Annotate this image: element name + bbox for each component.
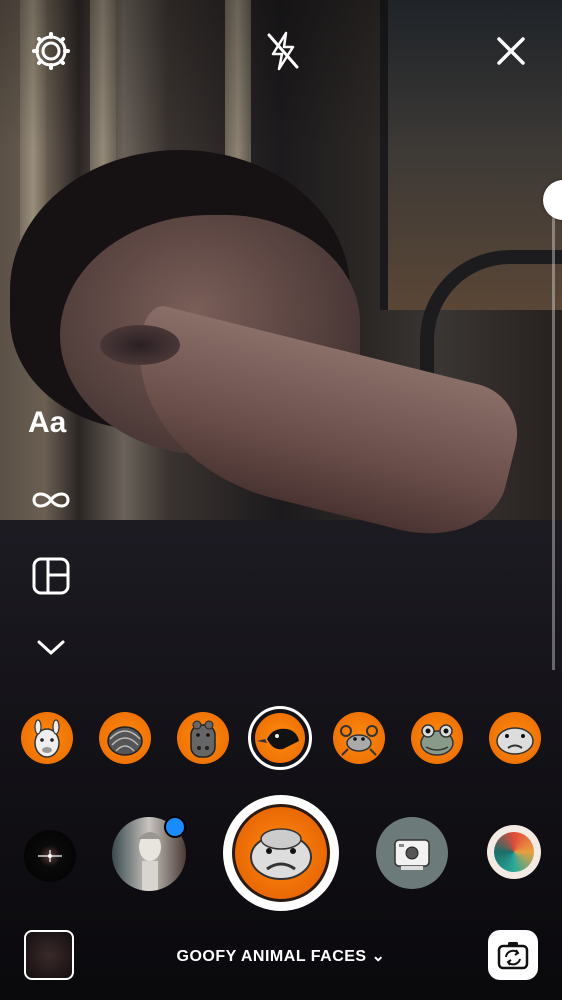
flash-off-icon[interactable] — [262, 30, 304, 72]
color-orb-icon — [494, 832, 534, 872]
sparkle-effect-button[interactable] — [24, 830, 76, 882]
hippo-face-filter[interactable] — [177, 712, 229, 764]
crow-face-filter-thumb — [255, 713, 305, 763]
polaroid-camera-icon — [394, 839, 430, 870]
infinity-icon[interactable] — [28, 480, 74, 520]
llama-icon — [34, 719, 60, 758]
frog-face-filter[interactable] — [411, 712, 463, 764]
flip-camera-button[interactable] — [488, 930, 538, 980]
effect-name-button[interactable]: GOOFY ANIMAL FACES ⌄ — [0, 946, 562, 966]
slider-track — [552, 210, 555, 670]
pangolin-icon — [107, 726, 143, 756]
sparkle-icon — [38, 850, 62, 862]
crow-icon — [257, 728, 299, 750]
layout-grid-icon[interactable] — [28, 553, 74, 599]
blobfish-icon — [496, 727, 534, 755]
flip-camera-icon — [497, 942, 529, 970]
text-tool-button[interactable]: Aa — [28, 406, 66, 440]
frog-icon — [420, 724, 454, 756]
crab-icon — [340, 725, 378, 756]
crab-face-filter[interactable] — [333, 712, 385, 764]
crow-face-filter[interactable] — [248, 706, 312, 770]
chevron-down-icon: ⌄ — [371, 948, 386, 965]
blobfish-face-filter[interactable] — [489, 712, 541, 764]
shutter-button[interactable] — [223, 795, 339, 911]
hippo-icon — [190, 720, 216, 758]
blobfish-shutter-icon — [232, 804, 330, 902]
capture-carousel — [0, 795, 562, 915]
bottom-bar: GOOFY ANIMAL FACES ⌄ — [0, 930, 562, 1000]
polaroid-effect-button[interactable] — [376, 817, 448, 889]
llama-face-filter[interactable] — [21, 712, 73, 764]
gear-icon[interactable] — [30, 30, 72, 72]
new-effect-badge — [164, 816, 186, 838]
chevron-down-icon[interactable] — [32, 632, 70, 662]
camera-screen: Aa GOOFY ANIMAL FACES ⌄ — [0, 0, 562, 1000]
color-orb-effect-button[interactable] — [487, 825, 541, 879]
face-filter-tray — [0, 706, 562, 770]
pangolin-face-filter[interactable] — [99, 712, 151, 764]
close-icon[interactable] — [490, 30, 532, 72]
effect-name-label: GOOFY ANIMAL FACES — [176, 948, 367, 965]
